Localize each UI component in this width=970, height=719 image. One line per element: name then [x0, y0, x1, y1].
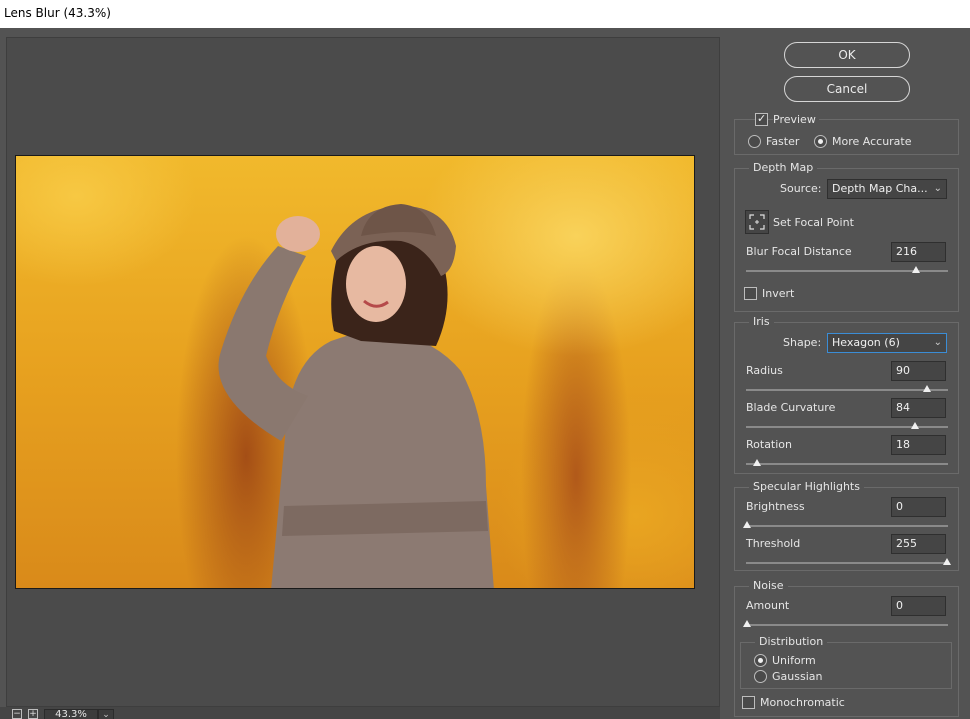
- invert-checkbox[interactable]: [744, 287, 757, 300]
- distribution-legend: Distribution: [755, 635, 828, 649]
- blur-focal-distance-slider-thumb[interactable]: [912, 266, 920, 273]
- rotation-label: Rotation: [746, 438, 793, 451]
- blur-focal-distance-label: Blur Focal Distance: [746, 245, 852, 258]
- threshold-label: Threshold: [746, 537, 801, 550]
- shape-label: Shape:: [783, 336, 822, 349]
- radius-label: Radius: [746, 364, 783, 377]
- noise-legend: Noise: [749, 579, 788, 593]
- source-dropdown[interactable]: Depth Map Cha... ⌄: [827, 179, 947, 199]
- ok-button[interactable]: OK: [784, 42, 910, 68]
- zoom-out-button[interactable]: −: [12, 709, 22, 719]
- source-value: Depth Map Cha...: [832, 182, 928, 195]
- brightness-slider-track[interactable]: [746, 525, 948, 527]
- brightness-slider-thumb[interactable]: [743, 521, 751, 528]
- monochromatic-checkbox[interactable]: [742, 696, 755, 709]
- focal-point-icon: [749, 214, 765, 230]
- set-focal-point-button[interactable]: [745, 210, 769, 234]
- source-label: Source:: [780, 182, 822, 195]
- cancel-button[interactable]: Cancel: [784, 76, 910, 102]
- more-accurate-label: More Accurate: [832, 135, 912, 148]
- shape-value: Hexagon (6): [832, 336, 900, 349]
- monochromatic-label: Monochromatic: [760, 696, 845, 709]
- chevron-down-icon: ⌄: [102, 710, 110, 719]
- faster-radio[interactable]: [748, 135, 761, 148]
- amount-label: Amount: [746, 599, 790, 612]
- radius-input[interactable]: 90: [891, 361, 946, 381]
- woman-in-hat-photo: [218, 204, 494, 588]
- chevron-down-icon: ⌄: [933, 183, 942, 194]
- zoom-in-button[interactable]: +: [28, 709, 38, 719]
- zoom-level-field[interactable]: 43.3%: [44, 709, 98, 719]
- threshold-input[interactable]: 255: [891, 534, 946, 554]
- depth-map-legend: Depth Map: [749, 161, 818, 175]
- blade-curvature-label: Blade Curvature: [746, 401, 836, 414]
- blur-focal-distance-input[interactable]: 216: [891, 242, 946, 262]
- shape-dropdown[interactable]: Hexagon (6) ⌄: [827, 333, 947, 353]
- amount-input[interactable]: 0: [891, 596, 946, 616]
- window-title-bar: Lens Blur (43.3%): [0, 0, 970, 28]
- faster-label: Faster: [766, 135, 800, 148]
- zoom-dropdown-button[interactable]: ⌄: [98, 709, 114, 719]
- more-accurate-radio[interactable]: [814, 135, 827, 148]
- preview-image[interactable]: [15, 155, 695, 589]
- amount-slider-thumb[interactable]: [743, 620, 751, 627]
- uniform-radio[interactable]: [754, 654, 767, 667]
- specular-highlights-legend: Specular Highlights: [749, 480, 864, 494]
- rotation-input[interactable]: 18: [891, 435, 946, 455]
- radius-slider-thumb[interactable]: [923, 385, 931, 392]
- gaussian-radio[interactable]: [754, 670, 767, 683]
- threshold-slider-thumb[interactable]: [943, 558, 951, 565]
- amount-slider-track[interactable]: [746, 624, 948, 626]
- uniform-label: Uniform: [772, 654, 816, 667]
- blade-curvature-slider-thumb[interactable]: [911, 422, 919, 429]
- radius-slider-track[interactable]: [746, 389, 948, 391]
- preview-checkbox[interactable]: [755, 112, 768, 126]
- brightness-label: Brightness: [746, 500, 805, 513]
- chevron-down-icon: ⌄: [933, 337, 942, 348]
- preview-label: Preview: [773, 113, 819, 127]
- blade-curvature-input[interactable]: 84: [891, 398, 946, 418]
- rotation-slider-track[interactable]: [746, 463, 948, 465]
- rotation-slider-thumb[interactable]: [753, 459, 761, 466]
- iris-legend: Iris: [749, 315, 774, 329]
- window-title: Lens Blur (43.3%): [4, 6, 111, 20]
- set-focal-point-label: Set Focal Point: [773, 216, 854, 229]
- brightness-input[interactable]: 0: [891, 497, 946, 517]
- invert-label: Invert: [762, 287, 795, 300]
- threshold-slider-track[interactable]: [746, 562, 948, 564]
- gaussian-label: Gaussian: [772, 670, 823, 683]
